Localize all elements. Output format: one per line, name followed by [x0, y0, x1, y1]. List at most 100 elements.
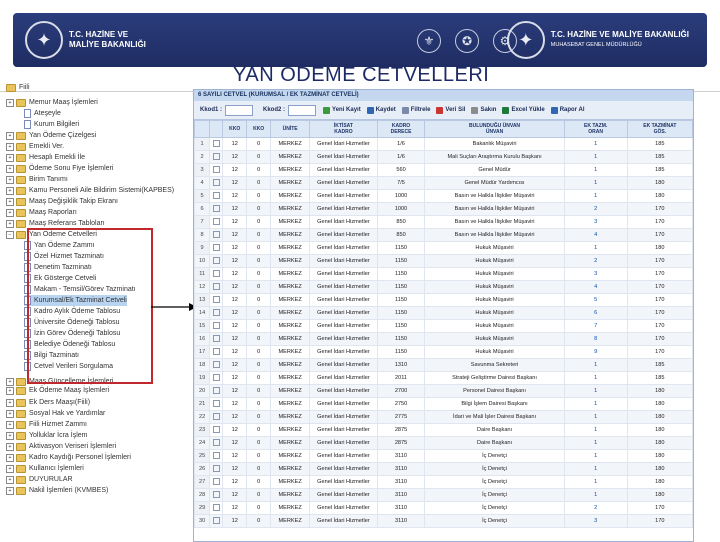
table-row[interactable]: 12 12 0 MERKEZ Genel İdari Hizmetler 1150 Huku…	[194, 280, 693, 294]
expand-toggle-icon[interactable]: +	[6, 98, 14, 107]
tree-item[interactable]: + Aktivasyon Veriseri İşlemleri	[6, 441, 116, 452]
table-row[interactable]: 21 12 0 MERKEZ Genel İdari Hizmetler 2750 Bilg…	[194, 397, 693, 411]
expand-toggle-icon[interactable]: +	[6, 486, 14, 495]
expand-toggle-icon[interactable]: +	[6, 453, 14, 462]
checkbox[interactable]	[212, 490, 220, 498]
expand-toggle-icon[interactable]: +	[6, 475, 14, 484]
tree-item[interactable]: Kurum Bilgileri	[24, 119, 79, 130]
table-row[interactable]: 25 12 0 MERKEZ Genel İdari Hizmetler 3110 İç D…	[194, 449, 693, 463]
row-checkbox[interactable]	[209, 462, 224, 476]
expand-toggle-icon[interactable]: +	[6, 131, 14, 140]
row-checkbox[interactable]	[209, 475, 224, 489]
checkbox[interactable]	[212, 191, 220, 199]
table-row[interactable]: 15 12 0 MERKEZ Genel İdari Hizmetler 1150 Huku…	[194, 319, 693, 333]
row-checkbox[interactable]	[209, 176, 224, 190]
table-row[interactable]: 2 12 0 MERKEZ Genel İdari Hizmetler 1/6 Mali S…	[194, 150, 693, 164]
column-header[interactable]	[209, 120, 224, 138]
table-row[interactable]: 17 12 0 MERKEZ Genel İdari Hizmetler 1150 Huku…	[194, 345, 693, 359]
table-row[interactable]: 28 12 0 MERKEZ Genel İdari Hizmetler 3110 İç D…	[194, 488, 693, 502]
table-row[interactable]: 1 12 0 MERKEZ Genel İdari Hizmetler 1/6 Bakanl…	[194, 137, 693, 151]
tree-item[interactable]: + Ödeme Sonu Fiye İşlemleri	[6, 163, 113, 174]
tree-item[interactable]: + Ek Ödeme Maaş İşlemleri	[6, 385, 109, 396]
row-checkbox[interactable]	[209, 228, 224, 242]
expand-toggle-icon[interactable]: +	[6, 219, 14, 228]
tree-item[interactable]: + Sosyal Hak ve Yardımlar	[6, 408, 105, 419]
checkbox[interactable]	[212, 217, 220, 225]
table-row[interactable]: 3 12 0 MERKEZ Genel İdari Hizmetler 560 Genel …	[194, 163, 693, 177]
checkbox[interactable]	[212, 139, 220, 147]
row-checkbox[interactable]	[209, 514, 224, 528]
checkbox[interactable]	[212, 204, 220, 212]
clear-button[interactable]: Sakın	[471, 106, 496, 114]
table-row[interactable]: 14 12 0 MERKEZ Genel İdari Hizmetler 1150 Huku…	[194, 306, 693, 320]
checkbox[interactable]	[212, 516, 220, 524]
tree-item[interactable]: + Hesaplı Emekli İle	[6, 152, 85, 163]
tree-item[interactable]: + Yan Ödeme Çizelgesi	[6, 130, 96, 141]
column-header[interactable]: ÜNİTE	[270, 120, 311, 138]
expand-toggle-icon[interactable]: −	[6, 230, 14, 239]
tree-item[interactable]: + Fiili Hizmet Zammı	[6, 419, 87, 430]
row-checkbox[interactable]	[209, 397, 224, 411]
checkbox[interactable]	[212, 165, 220, 173]
checkbox[interactable]	[212, 464, 220, 472]
checkbox[interactable]	[212, 230, 220, 238]
tree-item[interactable]: + Memur Maaş İşlemleri	[6, 97, 98, 108]
tree-item[interactable]: Ateşeyle	[24, 108, 61, 119]
column-header[interactable]	[194, 120, 211, 138]
column-header[interactable]: İKTİSAT KADRO	[309, 120, 378, 138]
row-checkbox[interactable]	[209, 332, 224, 346]
tree-item[interactable]: + Yolluklar İcra İşlem	[6, 430, 88, 441]
checkbox[interactable]	[212, 282, 220, 290]
checkbox[interactable]	[212, 399, 220, 407]
expand-toggle-icon[interactable]: +	[6, 420, 14, 429]
checkbox[interactable]	[212, 425, 220, 433]
kkod1-input[interactable]	[225, 104, 254, 116]
table-row[interactable]: 4 12 0 MERKEZ Genel İdari Hizmetler 7/5 Genel …	[194, 176, 693, 190]
row-checkbox[interactable]	[209, 488, 224, 502]
checkbox[interactable]	[212, 152, 220, 160]
checkbox[interactable]	[212, 256, 220, 264]
table-row[interactable]: 30 12 0 MERKEZ Genel İdari Hizmetler 3110 İç D…	[194, 514, 693, 528]
table-row[interactable]: 23 12 0 MERKEZ Genel İdari Hizmetler 2875 Dair…	[194, 423, 693, 437]
checkbox[interactable]	[212, 321, 220, 329]
row-checkbox[interactable]	[209, 410, 224, 424]
table-row[interactable]: 27 12 0 MERKEZ Genel İdari Hizmetler 3110 İç D…	[194, 475, 693, 489]
row-checkbox[interactable]	[209, 241, 224, 255]
row-checkbox[interactable]	[209, 215, 224, 229]
row-checkbox[interactable]	[209, 436, 224, 450]
table-row[interactable]: 19 12 0 MERKEZ Genel İdari Hizmetler 2011 Stra…	[194, 371, 693, 385]
row-checkbox[interactable]	[209, 137, 224, 151]
tree-item[interactable]: + Maaş Raporları	[6, 207, 77, 218]
table-row[interactable]: 8 12 0 MERKEZ Genel İdari Hizmetler 850 Basın …	[194, 228, 693, 242]
row-checkbox[interactable]	[209, 345, 224, 359]
row-checkbox[interactable]	[209, 384, 224, 398]
row-checkbox[interactable]	[209, 280, 224, 294]
row-checkbox[interactable]	[209, 423, 224, 437]
column-header[interactable]: KADRO DERECE	[376, 120, 426, 138]
table-row[interactable]: 7 12 0 MERKEZ Genel İdari Hizmetler 850 Basın …	[194, 215, 693, 229]
checkbox[interactable]	[212, 360, 220, 368]
row-checkbox[interactable]	[209, 163, 224, 177]
tree-item[interactable]: + Birim Tanımı	[6, 174, 68, 185]
tree-item[interactable]: + Ek Ders Maaşı(Fiili)	[6, 397, 90, 408]
expand-toggle-icon[interactable]: +	[6, 142, 14, 151]
tree-item[interactable]: + Emekli Ver.	[6, 141, 64, 152]
row-checkbox[interactable]	[209, 306, 224, 320]
column-header[interactable]: EK TAZM. ORAN	[563, 120, 628, 138]
table-row[interactable]: 26 12 0 MERKEZ Genel İdari Hizmetler 3110 İç D…	[194, 462, 693, 476]
tree-item[interactable]: + Maaş Değişiklik Takip Ekranı	[6, 196, 118, 207]
save-button[interactable]: Kaydet	[366, 106, 396, 114]
expand-toggle-icon[interactable]: +	[6, 197, 14, 206]
table-row[interactable]: 11 12 0 MERKEZ Genel İdari Hizmetler 1150 Huku…	[194, 267, 693, 281]
table-row[interactable]: 5 12 0 MERKEZ Genel İdari Hizmetler 1000 Basın…	[194, 189, 693, 203]
checkbox[interactable]	[212, 243, 220, 251]
checkbox[interactable]	[212, 295, 220, 303]
column-header[interactable]: KKO	[222, 120, 248, 138]
row-checkbox[interactable]	[209, 293, 224, 307]
checkbox[interactable]	[212, 438, 220, 446]
excel-upload-button[interactable]: Excel Yükle	[502, 106, 545, 114]
tree-item[interactable]: + Kamu Personeli Aile Bildirim Sistemi(KA…	[6, 185, 174, 196]
checkbox[interactable]	[212, 308, 220, 316]
tree-root[interactable]: Fiili	[6, 82, 30, 93]
tree-item[interactable]: + DUYURULAR	[6, 474, 73, 485]
